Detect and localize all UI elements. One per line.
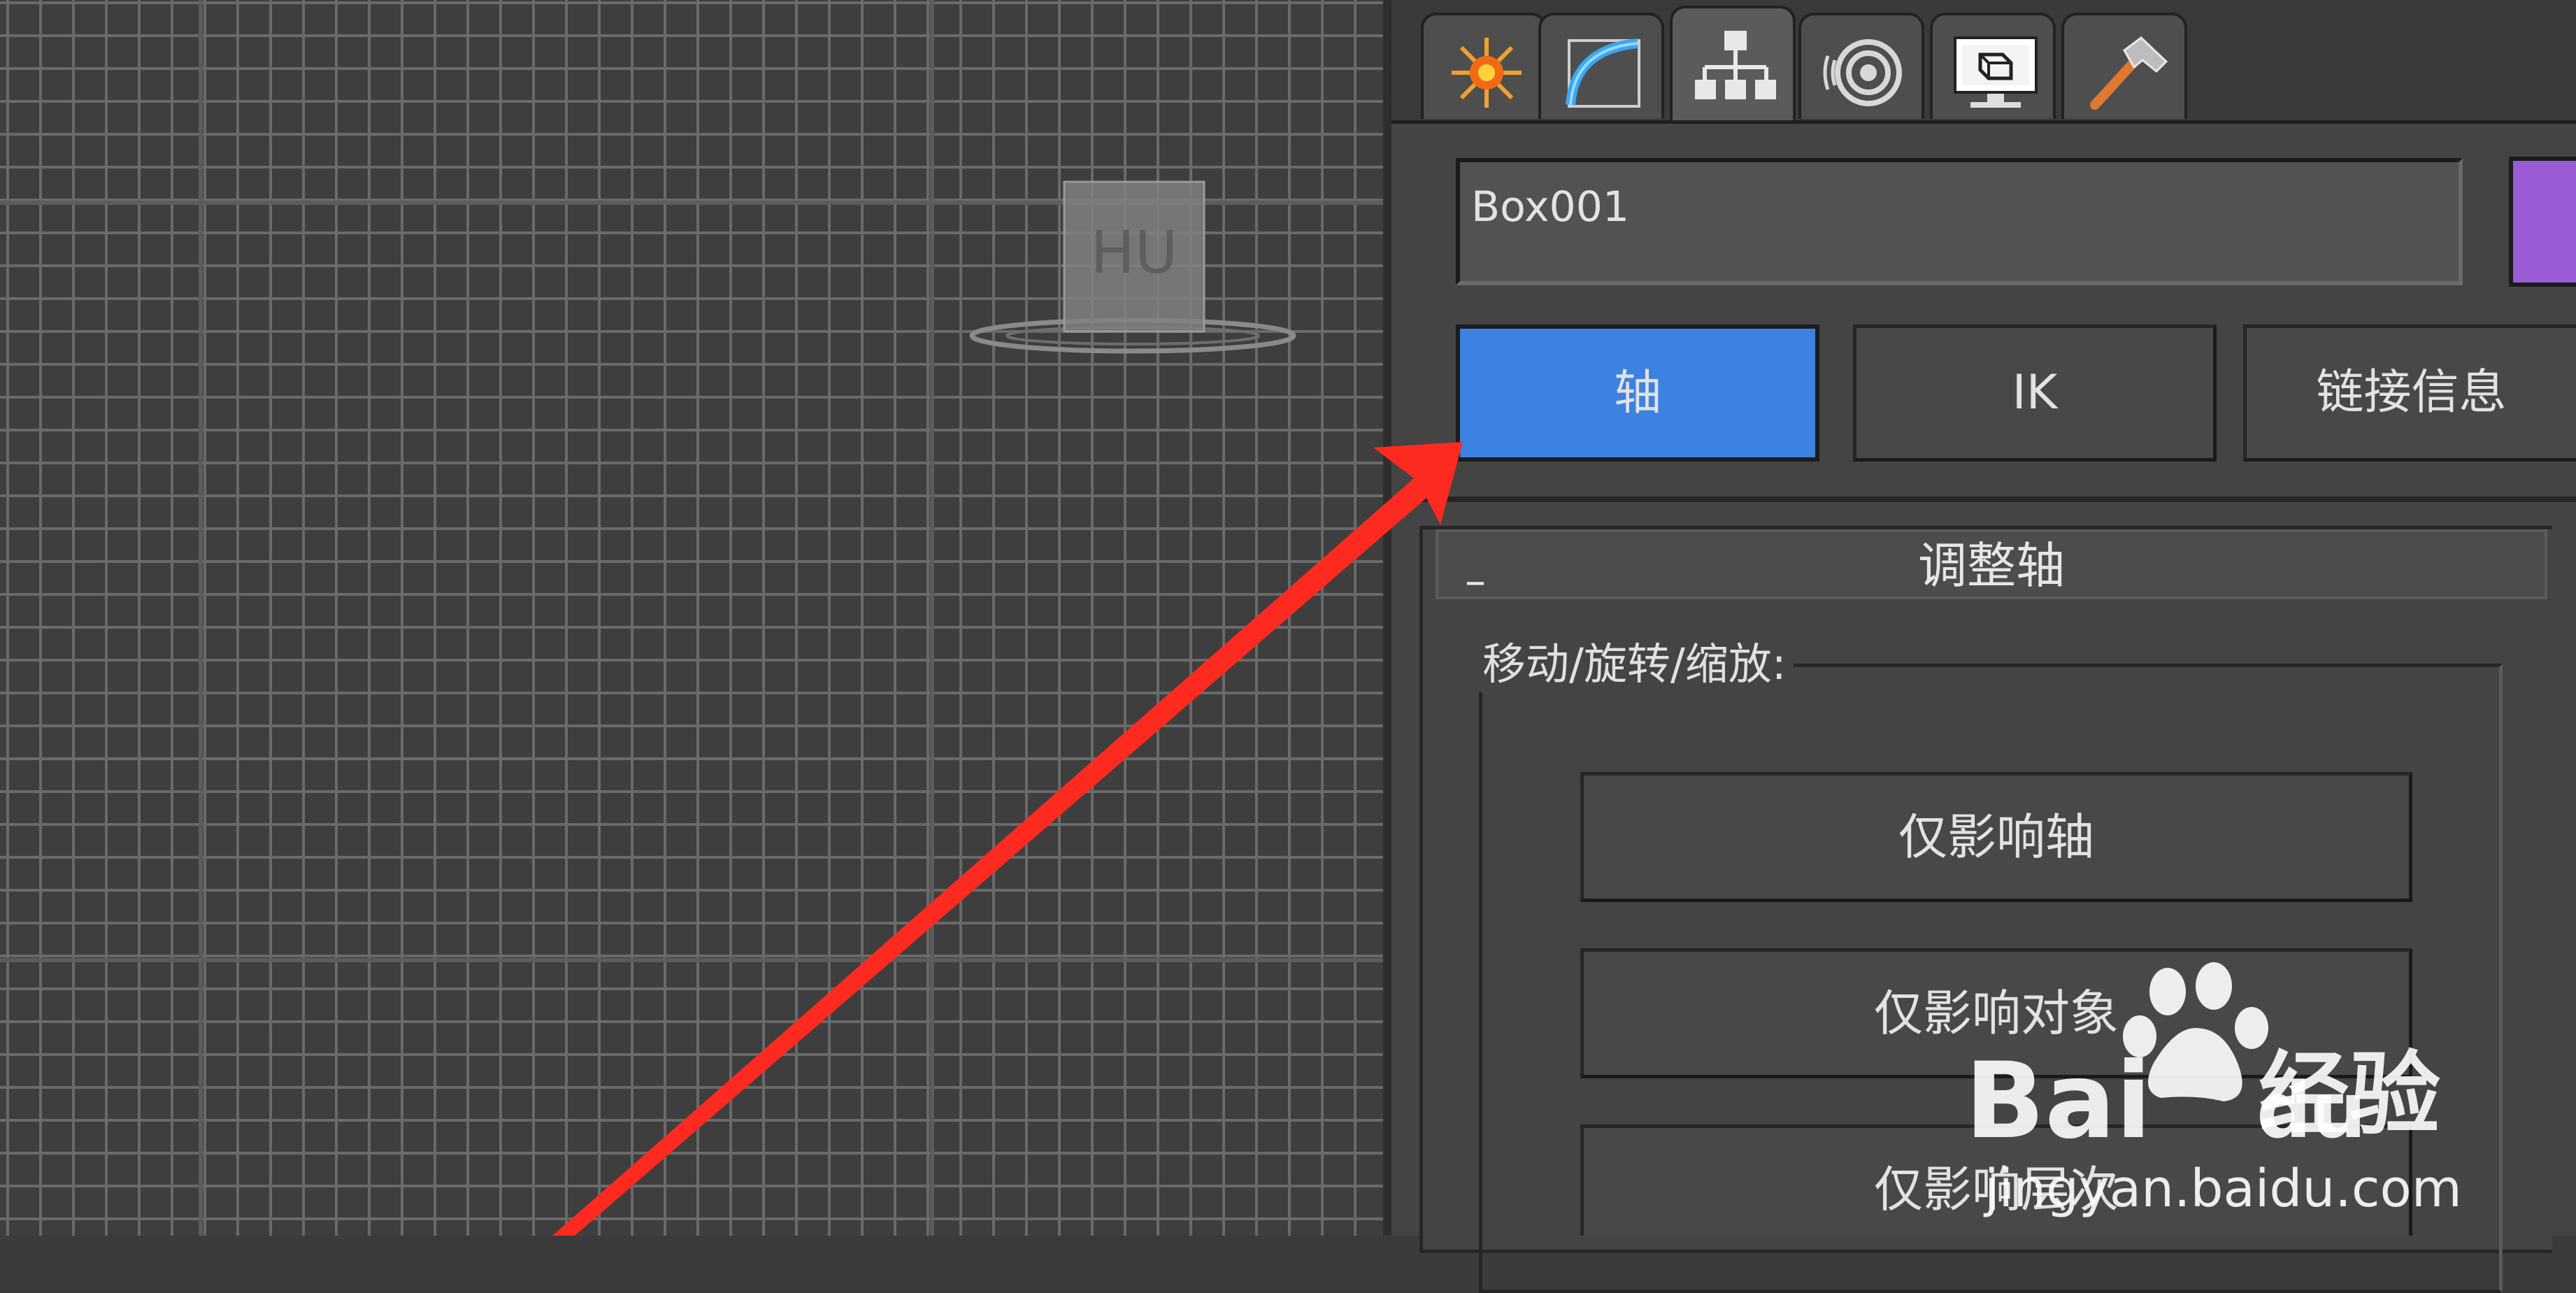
command-panel-tabs: [1391, 0, 2576, 123]
link-info-button[interactable]: 链接信息: [2243, 324, 2576, 462]
tab-modify[interactable]: [1538, 13, 1664, 119]
hierarchy-icon: [1695, 31, 1776, 99]
affect-pivot-only-button[interactable]: 仅影响轴: [1580, 772, 2412, 902]
tab-create[interactable]: [1421, 13, 1547, 119]
tab-divider: [1391, 120, 2576, 124]
grid-major-line: [930, 0, 934, 1236]
watermark-url: jingyan.baidu.com: [1984, 1159, 2462, 1219]
helper-object-gizmo[interactable]: HU: [958, 161, 1308, 371]
tab-hierarchy[interactable]: [1670, 6, 1796, 122]
rollout-header[interactable]: – 调整轴: [1436, 529, 2547, 602]
sun-burst-icon: [1452, 38, 1522, 108]
ik-button[interactable]: IK: [1853, 324, 2217, 462]
pivot-button[interactable]: 轴: [1456, 324, 1819, 462]
helper-label: HU: [1091, 218, 1178, 287]
grid-major-line: [199, 0, 203, 1236]
bend-curve-icon: [1566, 38, 1640, 108]
grid-major-line: [0, 958, 1390, 962]
tab-utilities[interactable]: [2061, 13, 2187, 119]
rollout-title: 调整轴: [1918, 537, 2065, 594]
section-separator: [1391, 497, 2576, 502]
hammer-icon: [2090, 36, 2168, 110]
object-color-swatch[interactable]: [2509, 157, 2576, 287]
watermark-product: 经验: [2259, 1041, 2441, 1148]
baidu-jingyan-watermark: Bai du 经验 jingyan.baidu.com: [1958, 958, 2462, 1224]
tab-motion[interactable]: [1798, 13, 1924, 119]
viewport-top[interactable]: HU: [0, 0, 1390, 1236]
group-label: 移动/旋转/缩放:: [1475, 636, 1794, 692]
monitor-icon: [1954, 36, 2038, 108]
object-name-field[interactable]: Box001: [1456, 158, 2463, 285]
watermark-brand: Bai: [1965, 1041, 2152, 1162]
motion-rings-icon: [1823, 39, 1902, 106]
tab-display[interactable]: [1930, 13, 2056, 119]
